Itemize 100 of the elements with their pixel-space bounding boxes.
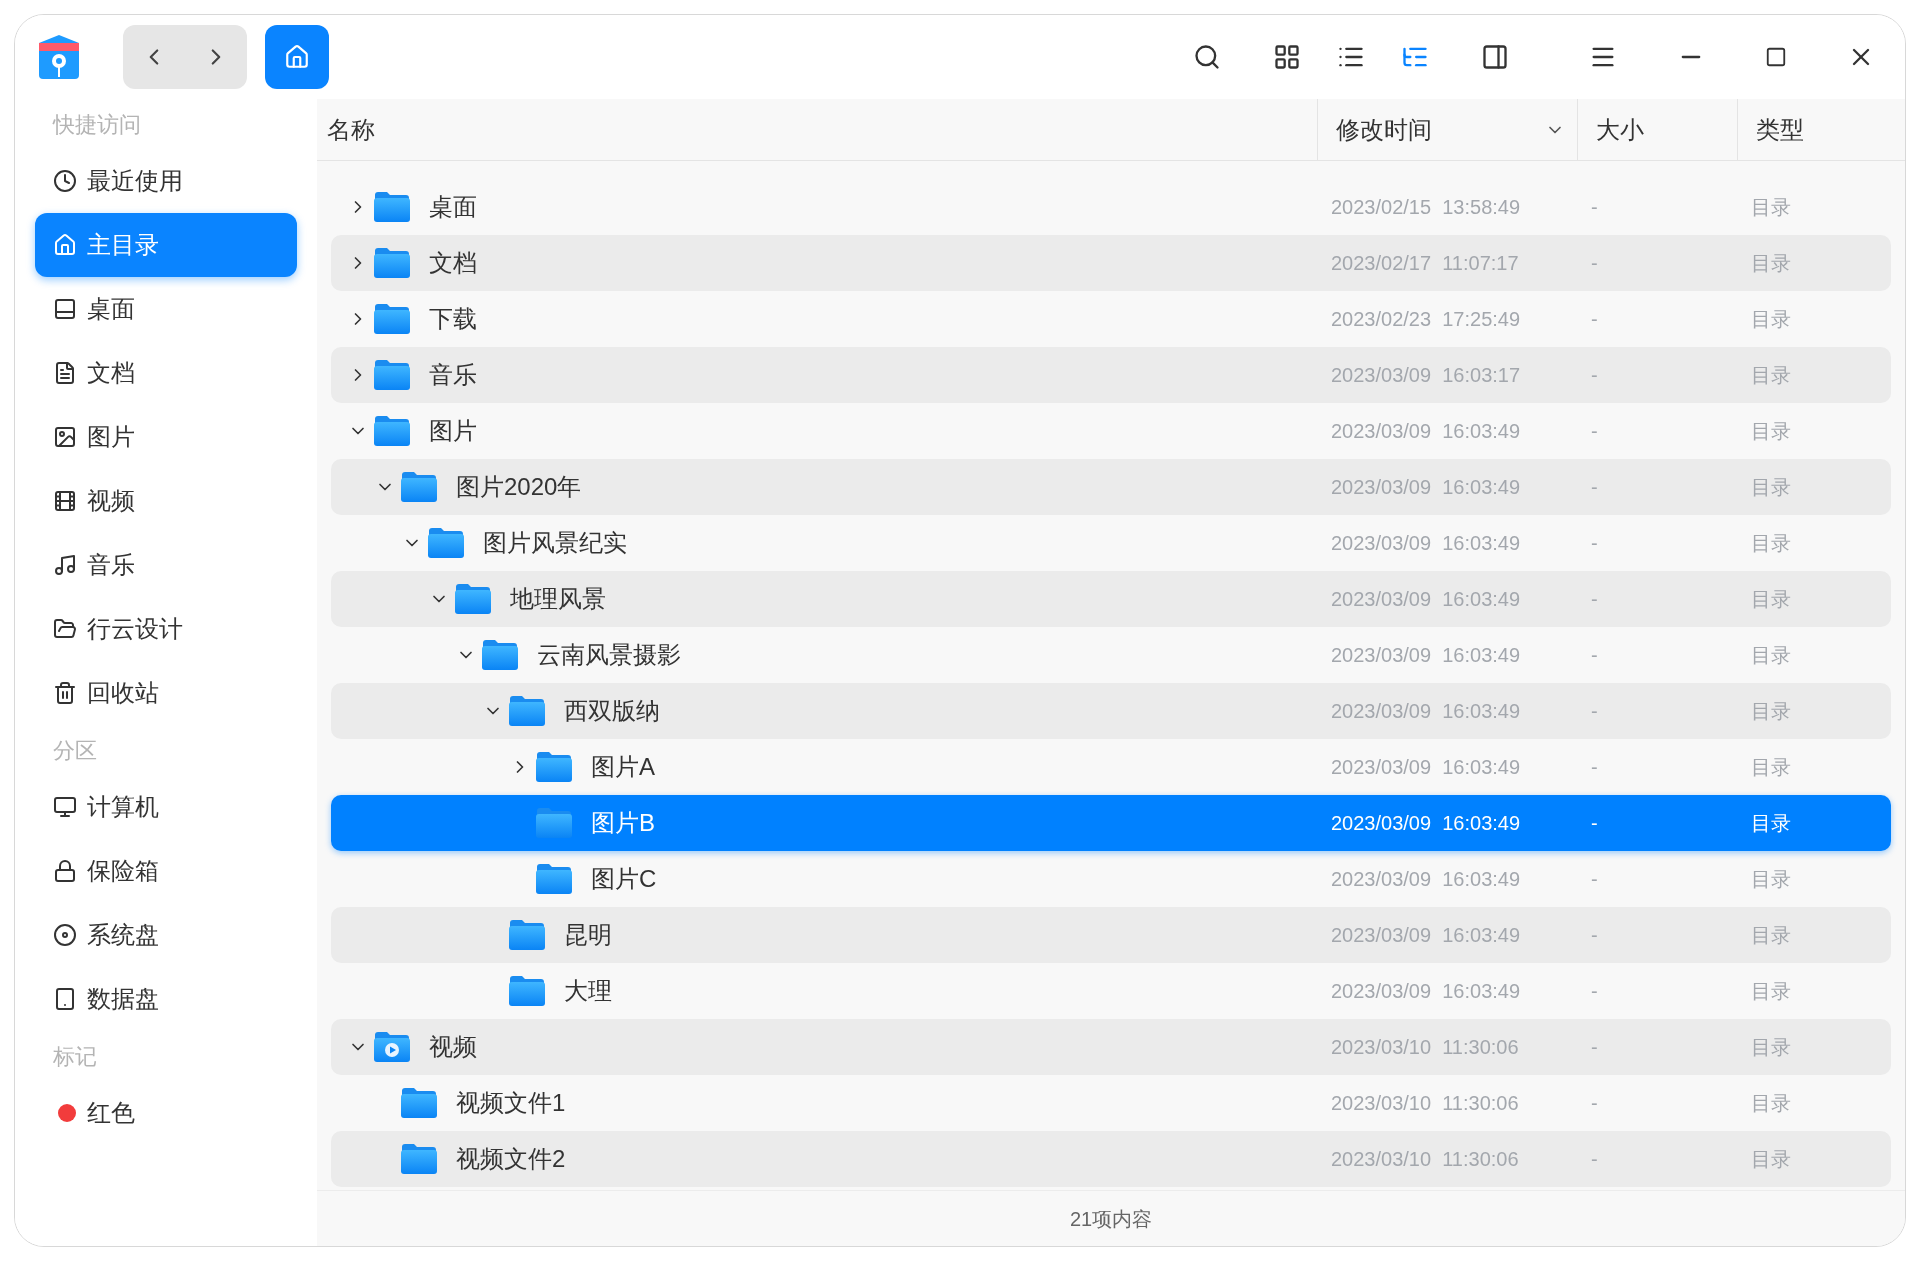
- modified-time: 2023/03/09 16:03:49: [1331, 699, 1522, 724]
- file-row[interactable]: 图片B 2023/03/09 16:03:49 - 目录: [331, 795, 1891, 851]
- sidebar-item[interactable]: 系统盘: [35, 903, 297, 967]
- folder-icon: [373, 303, 411, 335]
- file-name: 图片2020年: [456, 472, 582, 502]
- file-row[interactable]: 云南风景摄影 2023/03/09 16:03:49 - 目录: [331, 627, 1891, 683]
- maximize-icon[interactable]: [1765, 46, 1787, 68]
- sidebar-item[interactable]: 音乐: [35, 533, 297, 597]
- file-size: -: [1591, 531, 1599, 556]
- file-row[interactable]: 地理风景 2023/03/09 16:03:49 - 目录: [331, 571, 1891, 627]
- sidebar-item[interactable]: 视频: [35, 469, 297, 533]
- file-row[interactable]: 大理 2023/03/09 16:03:49 - 目录: [331, 963, 1891, 1019]
- folder-icon: [373, 415, 411, 447]
- sidebar-item[interactable]: 图片: [35, 405, 297, 469]
- sidebar-section-title: 快捷访问: [51, 110, 142, 139]
- sidebar-section-title: 分区: [52, 736, 98, 765]
- column-header[interactable]: 类型: [1756, 111, 1804, 148]
- file-row[interactable]: 桌面 2023/02/15 13:58:49 - 目录: [331, 179, 1891, 235]
- file-name: 桌面: [429, 192, 477, 222]
- sidebar-item[interactable]: 数据盘: [35, 967, 297, 1031]
- file-row[interactable]: 音乐 2023/03/09 16:03:17 - 目录: [331, 347, 1891, 403]
- sidebar-item[interactable]: 红色: [35, 1081, 297, 1145]
- file-name: 视频文件1: [456, 1088, 566, 1118]
- file-size: -: [1591, 699, 1599, 724]
- file-size: -: [1591, 1147, 1599, 1172]
- modified-time: 2023/02/17 11:07:17: [1331, 251, 1520, 276]
- file-size: -: [1591, 867, 1599, 892]
- video-folder-icon: [373, 1031, 411, 1063]
- file-row[interactable]: 昆明 2023/03/09 16:03:49 - 目录: [331, 907, 1891, 963]
- monitor-icon: [53, 795, 77, 819]
- sidebar-label: 最近使用: [87, 166, 183, 196]
- sidebar-label: 视频: [87, 486, 135, 516]
- music-icon: [53, 553, 77, 577]
- folder-icon: [481, 639, 519, 671]
- file-type: 目录: [1751, 419, 1791, 444]
- file-size: -: [1591, 923, 1599, 948]
- sidebar-item[interactable]: 保险箱: [35, 839, 297, 903]
- sidebar-label: 系统盘: [87, 920, 159, 950]
- file-row[interactable]: 图片 2023/03/09 16:03:49 - 目录: [331, 403, 1891, 459]
- modified-time: 2023/03/09 16:03:49: [1331, 867, 1522, 892]
- sidebar-item[interactable]: 回收站: [35, 661, 297, 725]
- file-type: 目录: [1751, 867, 1791, 892]
- file-size: -: [1591, 587, 1599, 612]
- folder-icon: [535, 863, 573, 895]
- side-panel-icon[interactable]: [1481, 43, 1509, 71]
- file-row[interactable]: 西双版纳 2023/03/09 16:03:49 - 目录: [331, 683, 1891, 739]
- sidebar-item[interactable]: 计算机: [35, 775, 297, 839]
- modified-time: 2023/02/15 13:58:49: [1331, 195, 1522, 220]
- sidebar-label: 文档: [87, 358, 135, 388]
- column-header[interactable]: 修改时间: [1336, 111, 1432, 148]
- file-row[interactable]: 图片2020年 2023/03/09 16:03:49 - 目录: [331, 459, 1891, 515]
- file-type: 目录: [1751, 1091, 1791, 1116]
- sidebar-label: 红色: [87, 1098, 135, 1128]
- file-name: 视频文件2: [456, 1144, 566, 1174]
- file-row[interactable]: 视频 2023/03/10 11:30:06 - 目录: [331, 1019, 1891, 1075]
- search-icon[interactable]: [1193, 43, 1221, 71]
- file-row[interactable]: 文档 2023/02/17 11:07:17 - 目录: [331, 235, 1891, 291]
- file-name: 图片: [429, 416, 477, 446]
- file-name: 云南风景摄影: [537, 640, 681, 670]
- folder-icon: [373, 247, 411, 279]
- modified-time: 2023/03/09 16:03:49: [1331, 419, 1522, 444]
- folder-icon: [53, 617, 77, 641]
- file-size: -: [1591, 811, 1599, 836]
- file-type: 目录: [1751, 475, 1791, 500]
- folder-icon: [427, 527, 465, 559]
- folder-icon: [508, 919, 546, 951]
- modified-time: 2023/03/10 11:30:06: [1331, 1147, 1520, 1172]
- file-type: 目录: [1751, 363, 1791, 388]
- folder-icon: [400, 1143, 438, 1175]
- image-icon: [53, 425, 77, 449]
- sidebar-item[interactable]: 最近使用: [35, 149, 297, 213]
- file-name: 图片A: [591, 752, 655, 782]
- file-type: 目录: [1751, 531, 1791, 556]
- sidebar-item[interactable]: 桌面: [35, 277, 297, 341]
- file-type: 目录: [1751, 643, 1791, 668]
- film-icon: [53, 489, 77, 513]
- sidebar-label: 音乐: [87, 550, 135, 580]
- clock-icon: [53, 169, 77, 193]
- file-row[interactable]: 图片A 2023/03/09 16:03:49 - 目录: [331, 739, 1891, 795]
- file-type: 目录: [1751, 307, 1791, 332]
- grid-view-icon[interactable]: [1273, 43, 1301, 71]
- file-size: -: [1591, 643, 1599, 668]
- file-row[interactable]: 图片C 2023/03/09 16:03:49 - 目录: [331, 851, 1891, 907]
- sidebar-label: 主目录: [87, 230, 159, 260]
- sidebar-item[interactable]: 行云设计: [35, 597, 297, 661]
- file-name: 下载: [429, 304, 477, 334]
- desktop-icon: [53, 297, 77, 321]
- file-row[interactable]: 视频文件2 2023/03/10 11:30:06 - 目录: [331, 1131, 1891, 1187]
- column-header[interactable]: 名称: [327, 111, 375, 148]
- column-header[interactable]: 大小: [1596, 111, 1644, 148]
- sidebar-item[interactable]: 文档: [35, 341, 297, 405]
- trash-icon: [53, 681, 77, 705]
- home-icon: [53, 233, 77, 257]
- file-name: 西双版纳: [564, 696, 660, 726]
- file-row[interactable]: 图片风景纪实 2023/03/09 16:03:49 - 目录: [331, 515, 1891, 571]
- sidebar-item[interactable]: 主目录: [35, 213, 297, 277]
- file-row[interactable]: 下载 2023/02/23 17:25:49 - 目录: [331, 291, 1891, 347]
- home-button[interactable]: [265, 25, 329, 89]
- file-type: 目录: [1751, 587, 1791, 612]
- file-row[interactable]: 视频文件1 2023/03/10 11:30:06 - 目录: [331, 1075, 1891, 1131]
